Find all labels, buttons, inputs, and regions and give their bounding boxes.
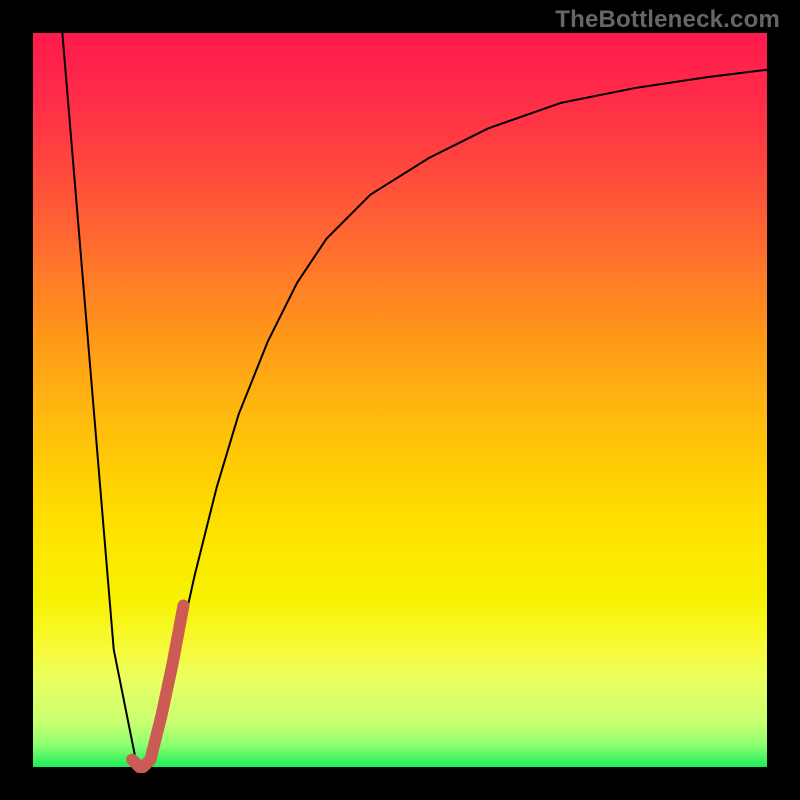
red-overlay-segment bbox=[132, 606, 183, 767]
chart-frame: TheBottleneck.com bbox=[0, 0, 800, 800]
curve-layer bbox=[33, 33, 767, 767]
watermark-text: TheBottleneck.com bbox=[555, 6, 780, 34]
